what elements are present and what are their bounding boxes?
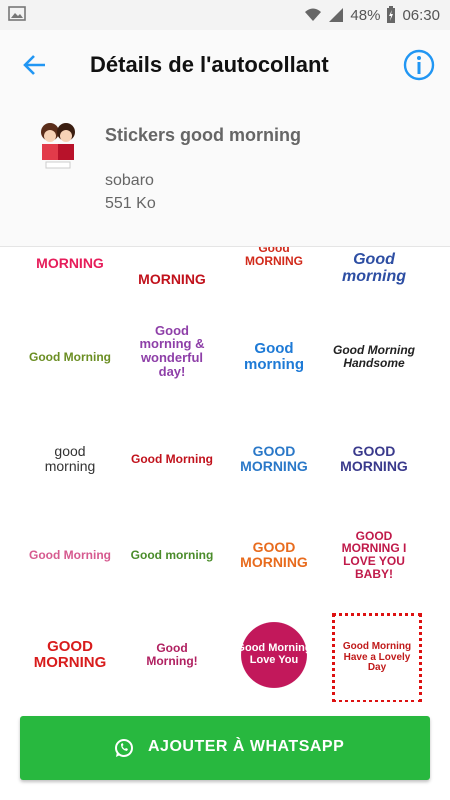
- add-to-whatsapp-button[interactable]: AJOUTER À WHATSAPP: [20, 716, 430, 780]
- sticker-7[interactable]: Good morning: [232, 315, 316, 399]
- whatsapp-icon: [115, 739, 133, 757]
- sticker-20[interactable]: Good Morning Have a Lovely Day: [332, 613, 422, 702]
- sticker-1[interactable]: MORNING: [28, 247, 112, 305]
- battery-charging-icon: [387, 6, 396, 23]
- back-arrow-icon[interactable]: [20, 50, 50, 80]
- sticker-15[interactable]: GOOD MORNING: [232, 513, 316, 597]
- pack-name: Stickers good morning: [105, 125, 302, 145]
- sticker-pack-header: Stickers good morning sobaro 551 Ko: [0, 100, 450, 247]
- battery-percentage: 48%: [350, 6, 381, 24]
- sticker-10[interactable]: Good Morning: [130, 417, 214, 501]
- pack-thumbnail: [41, 123, 75, 169]
- pack-author: sobaro: [105, 172, 154, 189]
- sticker-13[interactable]: Good Morning: [28, 513, 112, 597]
- sticker-5[interactable]: Good Morning: [28, 315, 112, 399]
- sticker-12[interactable]: GOOD MORNING: [332, 417, 416, 501]
- sticker-11[interactable]: GOOD MORNING: [232, 417, 316, 501]
- sticker-17[interactable]: GOOD MORNING: [28, 613, 112, 697]
- clock: 06:30: [402, 6, 440, 24]
- page-title: Détails de l'autocollant: [90, 52, 329, 77]
- sticker-18[interactable]: Good Morning!: [130, 613, 214, 697]
- sticker-4[interactable]: Good morning: [332, 247, 416, 311]
- app-bar: Détails de l'autocollant: [0, 30, 450, 100]
- sticker-grid: MORNING MORNING Good MORNING Good mornin…: [0, 247, 450, 702]
- sticker-14[interactable]: Good morning: [130, 513, 214, 597]
- sticker-19[interactable]: Good Morning Love You: [232, 613, 316, 697]
- wifi-icon: [305, 8, 322, 21]
- sticker-8[interactable]: Good Morning Handsome: [332, 315, 416, 399]
- info-icon[interactable]: [402, 48, 436, 82]
- pack-size: 551 Ko: [105, 195, 156, 212]
- signal-icon: [329, 8, 344, 22]
- image-notification-icon: [8, 6, 26, 21]
- sticker-6[interactable]: Good morning & wonderful day!: [130, 309, 214, 393]
- sticker-9[interactable]: good morning: [28, 417, 112, 501]
- sticker-3[interactable]: Good MORNING: [232, 247, 316, 297]
- add-to-whatsapp-label: AJOUTER À WHATSAPP: [148, 738, 345, 755]
- status-bar: 48% 06:30: [0, 0, 450, 30]
- sticker-16[interactable]: GOOD MORNING I LOVE YOU BABY!: [332, 513, 416, 597]
